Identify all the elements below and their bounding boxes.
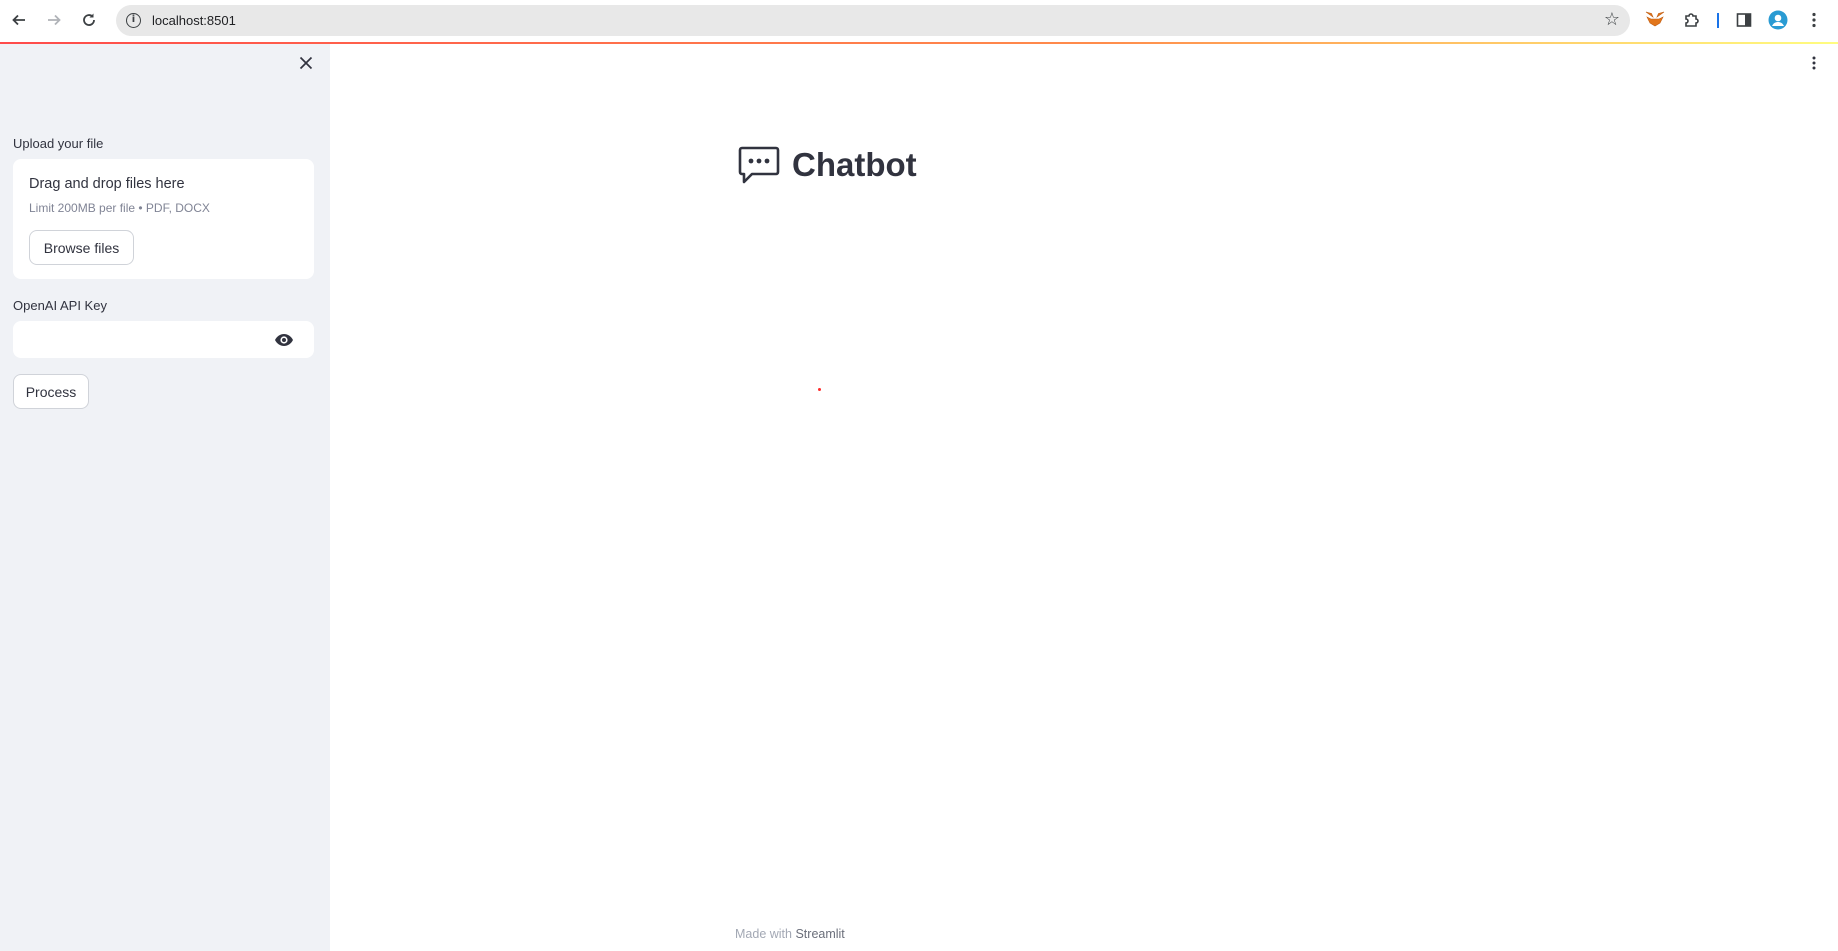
- toolbar-divider: [1717, 13, 1719, 28]
- bookmark-star-icon[interactable]: ☆: [1604, 9, 1620, 30]
- back-arrow-icon[interactable]: [8, 9, 30, 31]
- dropzone-limit-text: Limit 200MB per file • PDF, DOCX: [29, 201, 210, 215]
- process-button[interactable]: Process: [13, 374, 89, 409]
- streamlit-link[interactable]: Streamlit: [795, 927, 844, 941]
- status-dot: [818, 388, 821, 391]
- page-header: Chatbot: [738, 145, 917, 185]
- upload-file-label: Upload your file: [13, 136, 104, 151]
- page-title: Chatbot: [792, 146, 917, 183]
- api-key-input[interactable]: [13, 321, 314, 358]
- api-key-label: OpenAI API Key: [13, 298, 107, 313]
- footer-text: Made with: [735, 927, 792, 941]
- forward-arrow-icon[interactable]: [43, 9, 65, 31]
- profile-avatar-icon[interactable]: [1767, 9, 1789, 31]
- site-info-icon[interactable]: i: [126, 13, 141, 28]
- footer: Made with Streamlit: [735, 927, 845, 941]
- address-bar[interactable]: i localhost:8501 ☆: [116, 5, 1630, 36]
- speech-bubble-icon: [738, 145, 780, 185]
- app-menu-kebab-icon[interactable]: [1812, 56, 1822, 76]
- reload-icon[interactable]: [78, 9, 100, 31]
- side-panel-icon[interactable]: [1733, 9, 1755, 31]
- url-text[interactable]: localhost:8501: [152, 13, 236, 28]
- dropzone-title: Drag and drop files here: [29, 176, 185, 192]
- file-dropzone[interactable]: Drag and drop files here Limit 200MB per…: [13, 159, 314, 279]
- browser-menu-kebab-icon[interactable]: [1803, 9, 1825, 31]
- metamask-fox-icon[interactable]: [1644, 9, 1666, 31]
- extensions-puzzle-icon[interactable]: [1681, 9, 1703, 31]
- show-password-eye-icon[interactable]: [274, 330, 294, 350]
- close-sidebar-icon[interactable]: [296, 54, 316, 74]
- browser-toolbar: i localhost:8501 ☆: [0, 0, 1838, 42]
- main-content: Chatbot Made with Streamlit: [330, 44, 1838, 951]
- sidebar: Upload your file Drag and drop files her…: [0, 44, 330, 951]
- browse-files-button[interactable]: Browse files: [29, 230, 134, 265]
